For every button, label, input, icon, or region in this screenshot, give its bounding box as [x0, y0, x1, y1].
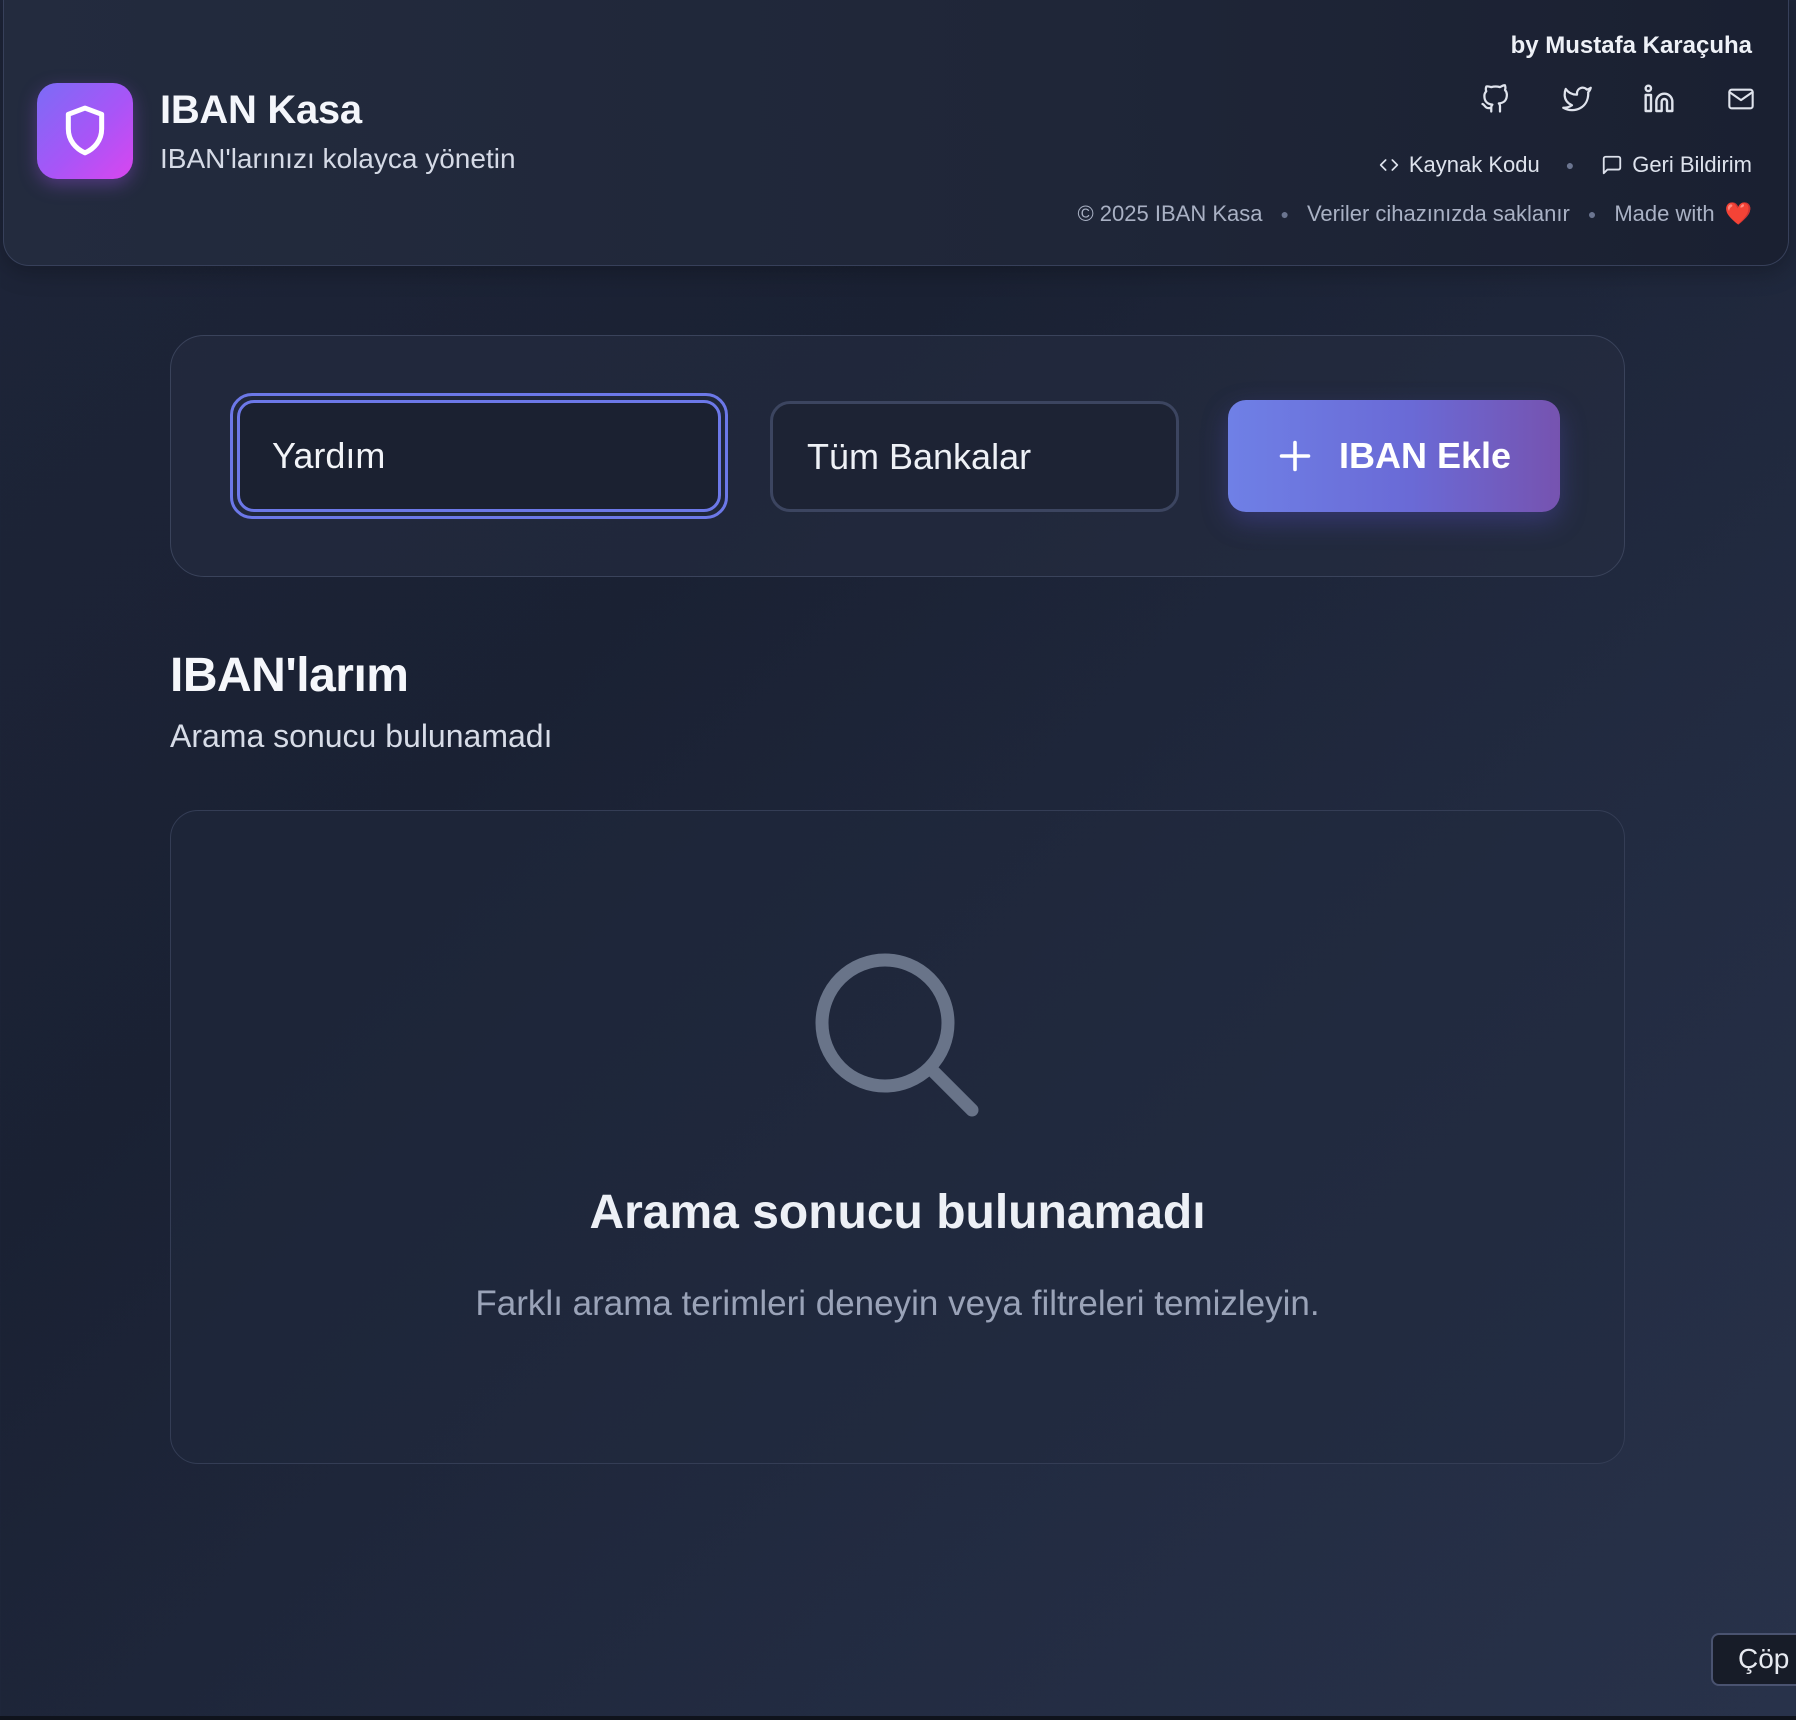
app-header: IBAN Kasa IBAN'larınızı kolayca yönetin …	[3, 0, 1789, 266]
made-with-text: Made with	[1614, 201, 1715, 226]
search-input[interactable]	[237, 400, 721, 512]
app-subtitle: IBAN'larınızı kolayca yönetin	[160, 143, 516, 174]
add-iban-label: IBAN Ekle	[1338, 435, 1512, 476]
search-icon	[815, 953, 979, 1117]
heart-icon: ❤️	[1724, 201, 1752, 226]
feedback-label: Geri Bildirim	[1632, 152, 1752, 177]
feedback-link[interactable]: Geri Bildirim	[1600, 152, 1752, 178]
bank-filter-select[interactable]: Tüm Bankalar	[770, 401, 1179, 512]
bottom-divider	[0, 1716, 1796, 1720]
separator-dot: ●	[1587, 206, 1597, 222]
linkedin-icon[interactable]	[1642, 82, 1676, 116]
separator-dot: ●	[1565, 157, 1575, 173]
section-title: IBAN'larım	[170, 649, 409, 702]
header-footer-line: © 2025 IBAN Kasa ● Veriler cihazınızda s…	[1077, 201, 1752, 227]
empty-state-description: Farklı arama terimleri deneyin veya filt…	[475, 1284, 1320, 1323]
source-code-link[interactable]: Kaynak Kodu	[1377, 152, 1540, 178]
bank-filter-value: Tüm Bankalar	[807, 435, 1032, 477]
add-iban-button[interactable]: IBAN Ekle	[1228, 400, 1560, 512]
message-icon	[1603, 155, 1622, 175]
empty-state-card	[170, 810, 1625, 1464]
search-focus-ring	[230, 393, 728, 519]
storage-note: Veriler cihazınızda saklanır	[1306, 201, 1570, 226]
empty-state-title: Arama sonucu bulunamadı	[589, 1186, 1206, 1239]
social-links	[1478, 82, 1758, 116]
separator-dot: ●	[1280, 206, 1289, 222]
twitter-icon[interactable]	[1560, 82, 1594, 116]
github-icon[interactable]	[1478, 82, 1512, 116]
trash-label: Çöp	[1738, 1643, 1790, 1674]
author-credit: by Mustafa Karaçuha	[1510, 32, 1752, 59]
header-links: Kaynak Kodu ● Geri Bildirim	[1377, 152, 1752, 178]
shield-icon	[65, 105, 105, 156]
code-icon	[1379, 159, 1399, 171]
plus-icon	[1279, 440, 1311, 472]
app-logo	[37, 83, 133, 179]
trash-button[interactable]: Çöp	[1711, 1633, 1796, 1686]
section-subtitle: Arama sonucu bulunamadı	[170, 718, 553, 754]
app-title: IBAN Kasa	[160, 88, 362, 132]
mail-icon[interactable]	[1724, 82, 1758, 116]
source-code-label: Kaynak Kodu	[1408, 152, 1540, 177]
copyright-text: © 2025 IBAN Kasa	[1077, 201, 1263, 226]
